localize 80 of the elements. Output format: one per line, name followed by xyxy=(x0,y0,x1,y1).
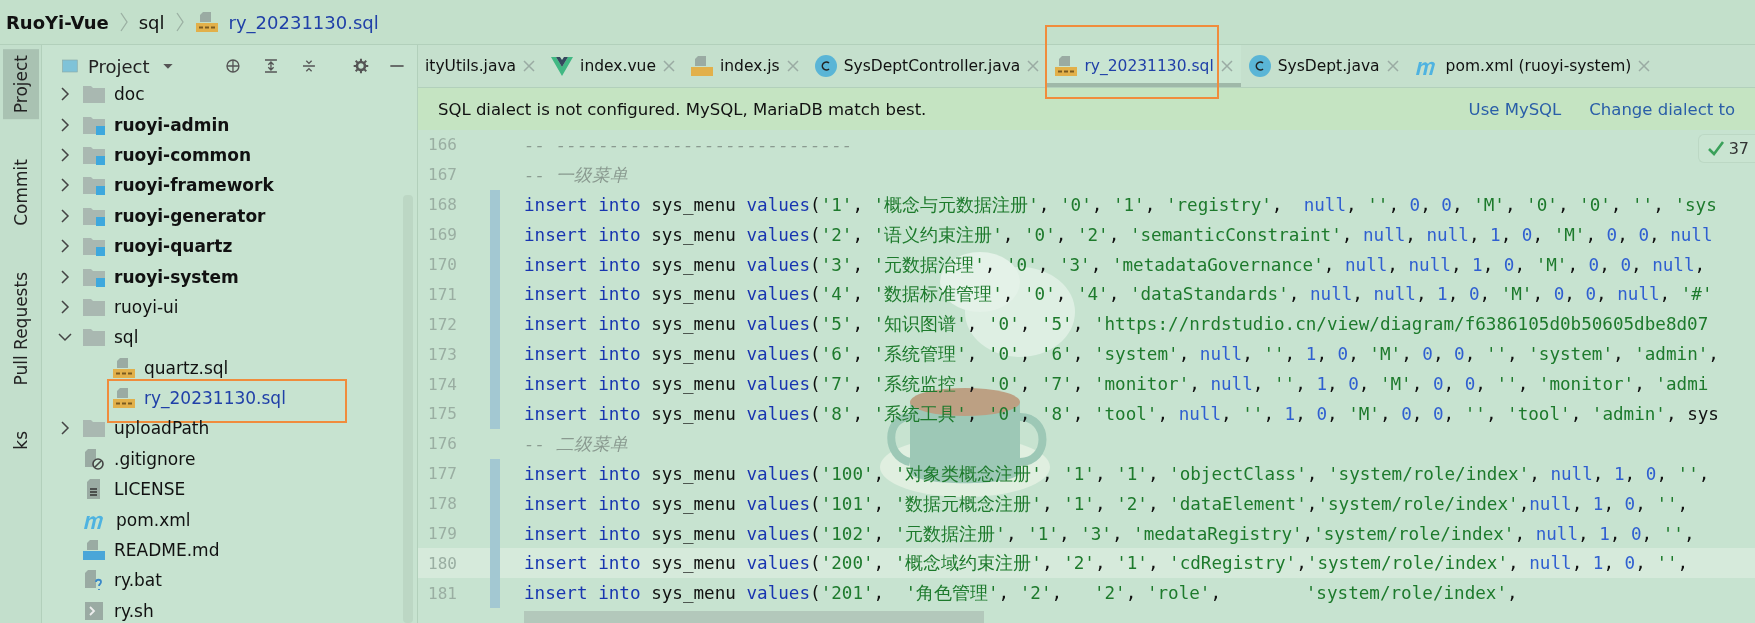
code-line: insert into sys_menu values('5', '知识图谱', '0', '5', 'https://nrdstudio.cn/view/diagram/f6386105d0b50605dbe8d07 xyxy=(524,313,1709,337)
window-icon xyxy=(62,56,78,76)
tree-item-label[interactable]: ruoyi-ui xyxy=(114,296,179,317)
folder-icon xyxy=(82,114,106,135)
folder-icon xyxy=(82,205,106,226)
tree-item-label[interactable]: ruoyi-system xyxy=(114,266,239,287)
code-line: insert into sys_menu values('201', '角色管理', '2', '2', 'role', 'system/role/index', xyxy=(524,582,1518,606)
class-c-icon xyxy=(813,54,838,78)
folder-icon xyxy=(82,327,106,348)
breadcrumb-item[interactable]: sql xyxy=(138,11,165,33)
folder-icon xyxy=(82,266,106,287)
editor-tab[interactable]: SysDept.java xyxy=(1240,45,1407,87)
code-line: insert into sys_menu values('100', '对象类概念注册', '1', '1', 'objectClass', 'system/role/index', null, 1, 0, '', xyxy=(524,462,1710,486)
chevron-separator-icon xyxy=(118,11,129,33)
tree-item-label[interactable]: sql xyxy=(114,327,139,348)
folder-icon xyxy=(82,296,106,317)
folder-icon xyxy=(82,175,106,196)
tree-item-label[interactable]: ry.bat xyxy=(114,570,162,591)
editor-tab[interactable]: ry_20231130.sql xyxy=(1047,45,1241,87)
folder-icon xyxy=(82,418,106,439)
breadcrumb-item[interactable]: RuoYi-Vue xyxy=(6,11,109,33)
editor-tab[interactable]: index.vue xyxy=(543,45,683,87)
sql-file-icon xyxy=(112,356,136,379)
line-number: 180 xyxy=(427,553,458,573)
sql-file-icon xyxy=(1054,55,1079,77)
editor-tab[interactable]: index.js xyxy=(682,45,807,87)
class-c-icon xyxy=(1247,54,1272,78)
panel-title[interactable]: Project xyxy=(87,55,150,77)
banner-link[interactable]: Use MySQL xyxy=(1468,99,1562,119)
folder-icon xyxy=(82,84,106,105)
code-line: insert into sys_menu values('101', '数据元概念注册', '1', '2', 'dataElement','system/role/index',null, 1, 0, '', xyxy=(524,492,1689,516)
inspection-badge[interactable]: 37 xyxy=(1697,134,1755,163)
tree-item-label[interactable]: quartz.sql xyxy=(144,357,229,378)
tree-item-label[interactable]: README.md xyxy=(114,540,220,561)
tree-item-label[interactable]: LICENSE xyxy=(114,479,186,500)
terminal-file-icon xyxy=(82,599,106,622)
ignore-file-icon xyxy=(82,447,106,470)
editor-tab[interactable]: SysDeptController.java xyxy=(806,45,1048,87)
tree-item-label[interactable]: ry.sh xyxy=(114,600,154,621)
banner-link[interactable]: Change dialect to xyxy=(1589,99,1735,119)
tree-item-label[interactable]: ruoyi-admin xyxy=(114,114,230,135)
markdown-file-icon xyxy=(82,539,106,562)
sql-file-icon xyxy=(194,11,219,33)
code-line: insert into sys_menu values('8', '系统工具', '0', '8', 'tool', null, '', 1, 0, 'M', 0, 0, '', 'tool', 'admin', sys xyxy=(524,402,1719,426)
code-line: -- 二级菜单 xyxy=(524,432,628,456)
tree-item-label[interactable]: ruoyi-quartz xyxy=(114,236,233,257)
tool-window-tab[interactable]: Commit xyxy=(2,153,39,232)
code-line: insert into sys_menu values('7', '系统监控', '0', '7', 'monitor', null, '', 1, 0, 'M', 0, 0, '', 'monitor', 'admi xyxy=(524,373,1709,397)
code-line: insert into sys_menu values('3', '元数据治理', '0', '3', 'metadataGovernance', null, null, 1, 0, 'M', 0, 0, null, xyxy=(524,253,1706,277)
tree-item-label[interactable]: doc xyxy=(114,84,145,105)
editor-tab[interactable]: ityUtils.java xyxy=(418,45,544,87)
tool-window-tab[interactable]: Project xyxy=(2,49,39,120)
sql-file-icon xyxy=(112,387,136,410)
code-line: insert into sys_menu values('2', '语义约束注册', '0', '2', 'semanticConstraint', null, null, 1, 0, 'M', 0, 0, null xyxy=(524,223,1713,247)
banner-message: SQL dialect is not configured. MySQL, MariaDB match best. xyxy=(438,99,928,119)
tree-item-label[interactable]: ry_20231130.sql xyxy=(144,388,286,409)
code-line: insert into sys_menu values('102', '元数据注册', '1', '3', 'medataRegistry','system/role/index', null, 1, 0, '', xyxy=(524,522,1695,546)
tree-item-label[interactable]: .gitignore xyxy=(114,448,196,469)
check-icon xyxy=(1706,139,1725,158)
code-line: insert into sys_menu values('1', '概念与元数据注册', '0', '1', 'registry', null, '', 0, 0, 'M', '0', '0', '', 'sys xyxy=(524,193,1717,217)
folder-icon xyxy=(82,236,106,257)
tree-item-label[interactable]: ruoyi-common xyxy=(114,144,252,165)
tool-window-tab[interactable]: ks xyxy=(2,425,39,457)
breadcrumb-item[interactable]: ry_20231130.sql xyxy=(228,11,379,33)
code-line: insert into sys_menu values('6', '系统管理', '0', '6', 'system', null, '', 1, 0, 'M', 0, 0, '', 'system', 'admin', xyxy=(524,343,1719,367)
tree-item-label[interactable]: ruoyi-generator xyxy=(114,205,266,226)
js-file-icon xyxy=(689,55,714,77)
scrollbar[interactable] xyxy=(524,611,984,623)
tree-item-label[interactable]: ruoyi-framework xyxy=(114,175,274,196)
code-line: insert into sys_menu values('200', '概念域约束注册', '2', '1', 'cdRegistry','system/role/index', null, 1, 0, '', xyxy=(524,552,1689,576)
code-line: insert into sys_menu values('4', '数据标准管理', '0', '4', 'dataStandards', null, null, 1, 0, 'M', 0, 0, null, '#' xyxy=(524,283,1713,307)
code-line: -- 一级菜单 xyxy=(524,163,628,187)
tool-window-tab[interactable]: Pull Requests xyxy=(2,265,39,392)
vue-logo-icon xyxy=(550,55,575,77)
tree-item-label[interactable]: uploadPath xyxy=(114,418,210,439)
editor-tab[interactable]: pom.xml (ruoyi-system) xyxy=(1406,45,1659,87)
folder-icon xyxy=(82,144,106,165)
tree-item-label[interactable]: pom.xml xyxy=(116,509,191,530)
code-line: -- ---------------------------- xyxy=(524,134,853,155)
chevron-separator-icon xyxy=(174,11,185,33)
